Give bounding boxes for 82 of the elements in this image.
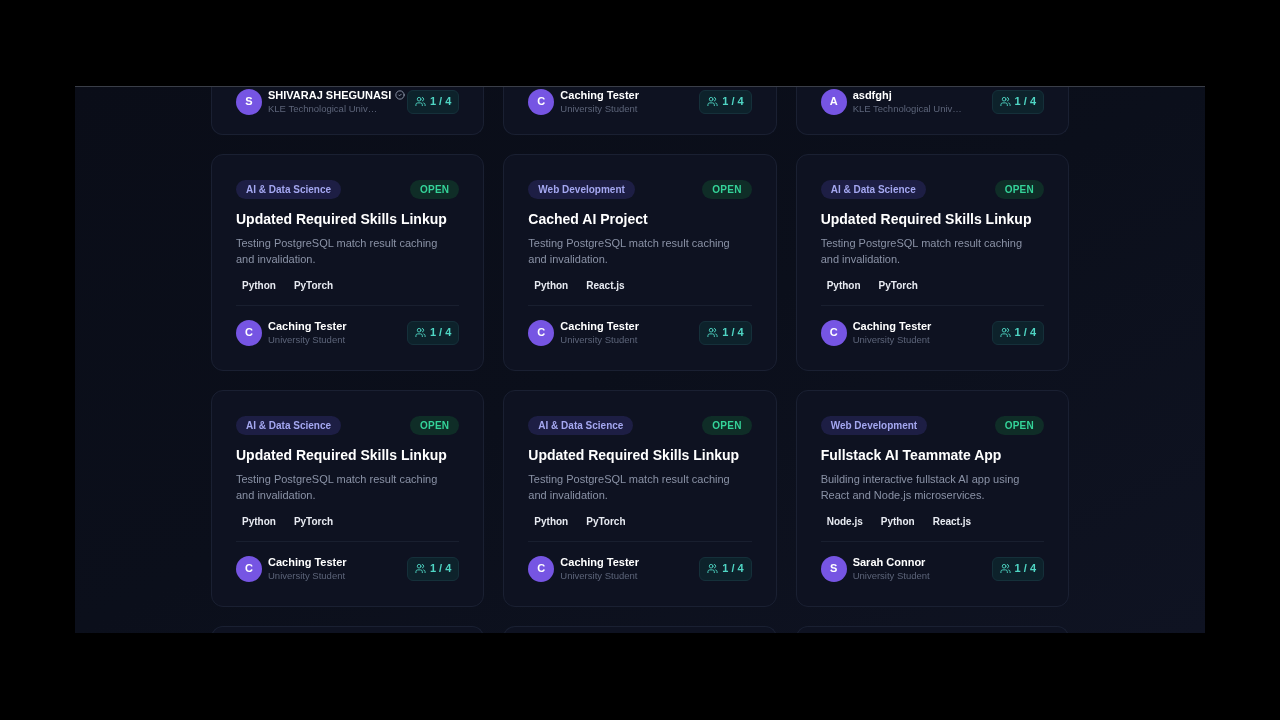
owner-name: Caching Tester [268, 319, 347, 333]
status-pill: OPEN [702, 416, 752, 435]
category-pill: AI & Data Science [528, 416, 634, 435]
project-description: Testing PostgreSQL match result caching and invalidation. [820, 236, 1023, 267]
project-title: Updated Required Skills Linkup [236, 210, 448, 229]
users-icon [414, 563, 426, 574]
owner-name: Caching Tester [560, 88, 639, 102]
project-title: Cached AI Project [528, 210, 649, 229]
project-card[interactable]: C Caching Tester University Student 1 / 4 [503, 87, 777, 135]
project-card[interactable]: AI & Data Science OPEN Updated Required Skills Linkup Testing PostgreSQL match result caching and invalidation. Python PyTorch C Caching Tester University Student 1 / 4 [211, 390, 485, 607]
category-pill: Web Development [820, 416, 928, 435]
skill-label: Python [533, 279, 570, 293]
users-icon [999, 327, 1011, 338]
skill-label: React.js [585, 279, 626, 293]
member-count: 1 / 4 [991, 556, 1044, 581]
owner-name: SHIVARAJ SHEGUNASI [268, 88, 392, 102]
skill-label: PyTorch [877, 279, 919, 293]
users-icon [999, 96, 1011, 107]
status-pill: OPEN [994, 416, 1044, 435]
project-title: Updated Required Skills Linkup [820, 210, 1033, 229]
users-icon [414, 96, 426, 107]
users-icon [414, 327, 426, 338]
project-description: Testing PostgreSQL match result caching and invalidation. [528, 472, 731, 503]
skill-label: Python [533, 515, 570, 529]
users-icon [707, 327, 719, 338]
member-count: 1 / 4 [699, 320, 752, 345]
skill-label: Python [241, 279, 277, 293]
status-pill: OPEN [994, 180, 1044, 199]
owner-name: Caching Tester [268, 555, 347, 569]
project-title: Fullstack AI Teammate App [820, 446, 1003, 465]
project-card[interactable]: AI & Data Science OPEN Updated Required Skills Linkup Testing PostgreSQL match result caching and invalidation. Python PyTorch C Caching Tester University Student 1 / 4 [211, 154, 485, 371]
skill-label: PyTorch [585, 515, 627, 529]
skill-label: PyTorch [292, 279, 335, 293]
member-count: 1 / 4 [991, 89, 1044, 114]
member-count: 1 / 4 [991, 320, 1044, 345]
category-pill: AI & Data Science [236, 180, 342, 199]
skill-label: Node.js [825, 515, 864, 529]
owner-name: Caching Tester [852, 319, 932, 333]
category-pill: AI & Data Science [820, 180, 926, 199]
project-card[interactable]: AI & Data Science OPEN Updated Required Skills Linkup Testing PostgreSQL match result caching and invalidation. Python PyTorch C Caching Tester University Student 1 / 4 [503, 390, 777, 607]
project-card[interactable]: AI & Data Science OPEN Updated Required Skills Linkup Testing PostgreSQL match result caching and invalidation. Python PyTorch C Caching Tester University Student 1 / 4 [795, 154, 1069, 371]
member-count: 1 / 4 [406, 89, 460, 114]
project-description: Testing PostgreSQL match result caching and invalidation. [528, 236, 731, 267]
owner-subtitle: University Student [560, 569, 639, 582]
project-card[interactable]: A asdfghj KLE Technological Univ… 1 / 4 [795, 87, 1069, 135]
status-pill: OPEN [410, 416, 460, 435]
project-description: Testing PostgreSQL match result caching and invalidation. [236, 236, 439, 267]
owner-subtitle: University Student [268, 333, 347, 346]
owner-subtitle: University Student [560, 102, 639, 115]
project-card[interactable]: Web Development OPEN Fullstack AI Teammate App Building interactive fullstack AI app using React and Node.js microservices. Node.js Python React.js S Sarah Connor University Student 1 / 4 [795, 390, 1069, 607]
member-count: 1 / 4 [406, 320, 460, 345]
skill-label: Python [825, 279, 862, 293]
project-title: Updated Required Skills Linkup [528, 446, 741, 465]
project-card[interactable]: Web Development OPEN Cached AI Project Testing PostgreSQL match result caching and invalidation. Python React.js C Caching Tester University Student 1 / 4 [503, 154, 777, 371]
status-pill: OPEN [702, 180, 752, 199]
owner-name: Sarah Connor [852, 555, 926, 569]
users-icon [999, 563, 1011, 574]
owner-name: Caching Tester [560, 555, 639, 569]
status-pill: OPEN [410, 180, 460, 199]
project-description: Building interactive fullstack AI app using React and Node.js microservices. [820, 472, 1021, 503]
category-pill: Web Development [528, 180, 635, 199]
owner-subtitle: University Student [852, 569, 930, 582]
category-pill: AI & Data Science [236, 416, 342, 435]
users-icon [707, 96, 719, 107]
owner-name: Caching Tester [560, 319, 639, 333]
owner-subtitle: KLE Technological Univ… [268, 102, 379, 115]
owner-subtitle: University Student [852, 333, 931, 346]
member-count: 1 / 4 [699, 556, 752, 581]
project-card[interactable]: S SHIVARAJ SHEGUNASI KLE Technological Univ… 1 / 4 [211, 87, 485, 135]
member-count: 1 / 4 [699, 89, 752, 114]
users-icon [707, 563, 719, 574]
skill-label: Python [241, 515, 277, 529]
member-count: 1 / 4 [406, 556, 460, 581]
project-title: Updated Required Skills Linkup [236, 446, 448, 465]
owner-subtitle: University Student [560, 333, 639, 346]
owner-subtitle: KLE Technological Univ… [852, 102, 962, 115]
project-description: Testing PostgreSQL match result caching and invalidation. [236, 472, 439, 503]
skill-label: Python [879, 515, 916, 529]
skill-label: PyTorch [292, 515, 335, 529]
skill-label: React.js [931, 515, 973, 529]
owner-subtitle: University Student [268, 569, 347, 582]
owner-name: asdfghj [852, 88, 892, 102]
